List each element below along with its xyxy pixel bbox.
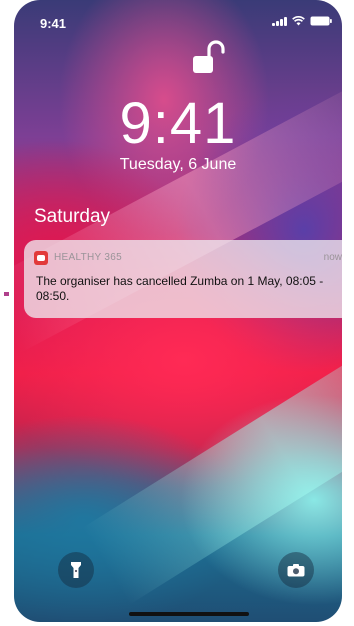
lock-screen-time: 9:41 [119,91,237,156]
notification-message: The organiser has cancelled Zumba on 1 M… [36,274,324,303]
healthy365-app-icon [34,251,48,265]
unlocked-padlock-icon [193,40,225,73]
notification-time: now [323,252,342,263]
home-indicator[interactable] [129,612,249,616]
edge-marker [4,292,9,296]
lock-screen-date: Tuesday, 6 June [119,156,237,173]
signal-icon [272,16,287,26]
notification-section-title: Saturday [34,206,111,227]
notification-card[interactable]: HEALTHY 365 now The organiser has cancel… [24,240,342,318]
flashlight-button[interactable] [58,552,94,588]
status-icons [272,16,332,26]
lock-screen: 9:41 9:41 Tuesday, 6 June Saturday HEALT… [14,0,342,622]
battery-icon [310,16,332,26]
notification-app-name: HEALTHY 365 [54,252,122,263]
status-time: 9:41 [40,16,67,31]
camera-icon [287,564,305,577]
camera-button[interactable] [278,552,314,588]
wifi-icon [292,16,305,26]
flashlight-icon [71,562,81,578]
